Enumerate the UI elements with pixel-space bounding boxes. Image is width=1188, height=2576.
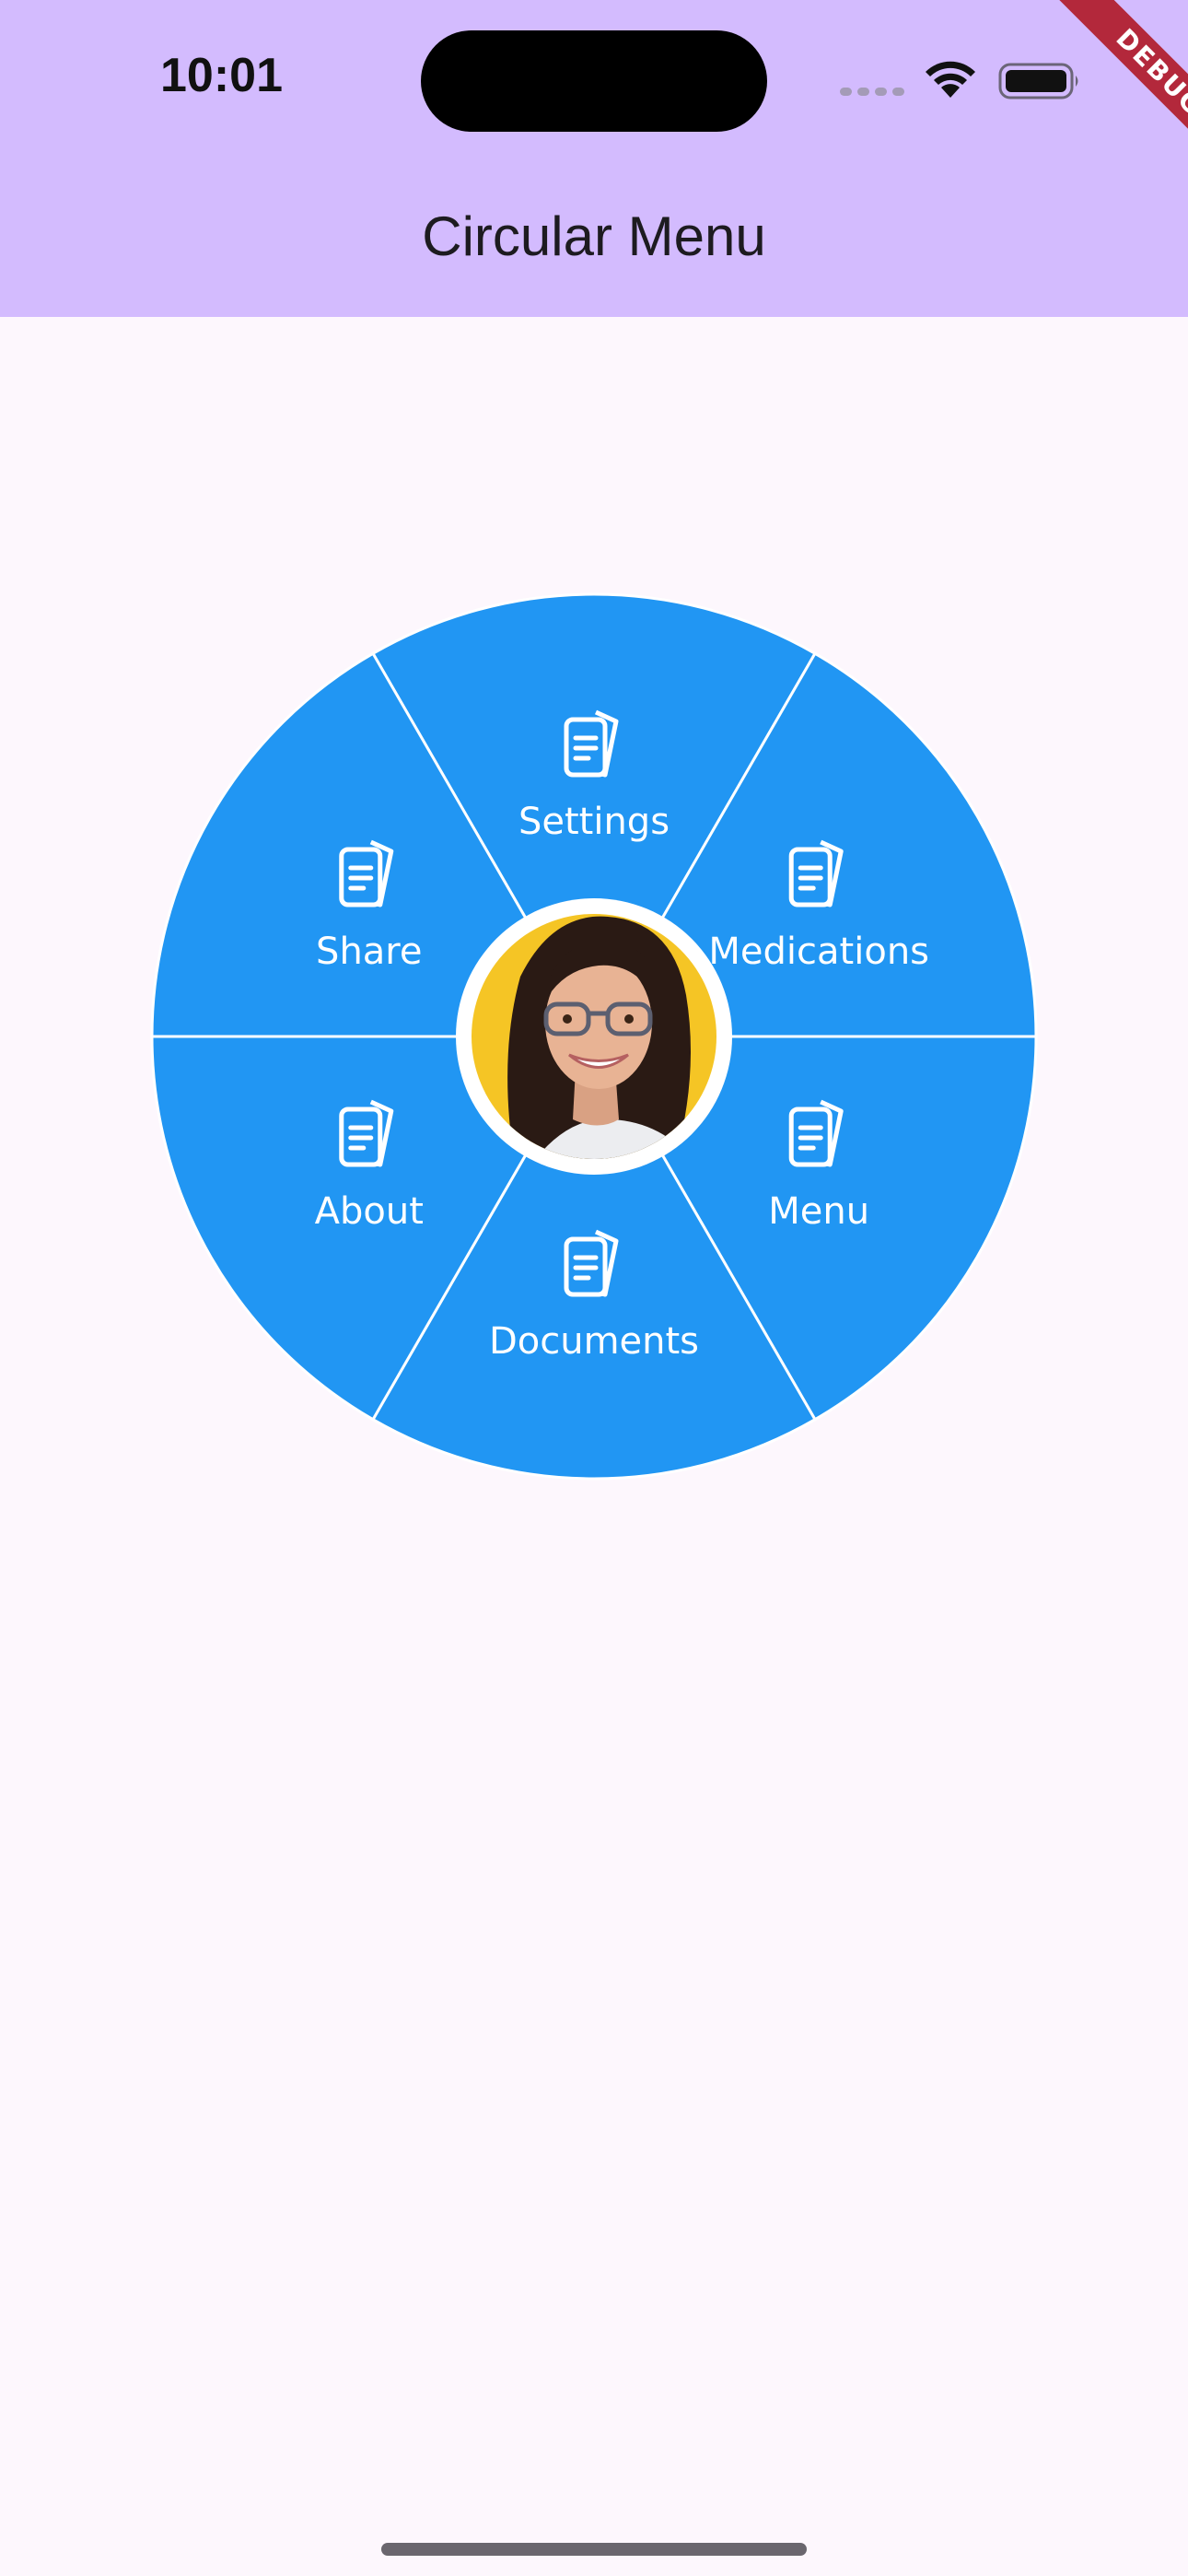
- menu-item-label: Menu: [768, 1190, 869, 1233]
- circular-menu: Settings Medications Menu Documents About Sha…: [150, 592, 1038, 1481]
- menu-item-label: Settings: [518, 801, 670, 843]
- menu-item-label: Documents: [489, 1320, 699, 1363]
- menu-item-label: Medications: [708, 931, 929, 973]
- home-indicator[interactable]: [381, 2543, 807, 2556]
- menu-item-label: About: [315, 1190, 424, 1233]
- menu-item-label: Share: [316, 931, 422, 973]
- app-screen: 10:01 DEBUG Circular Menu Settings Medic…: [0, 0, 1188, 2576]
